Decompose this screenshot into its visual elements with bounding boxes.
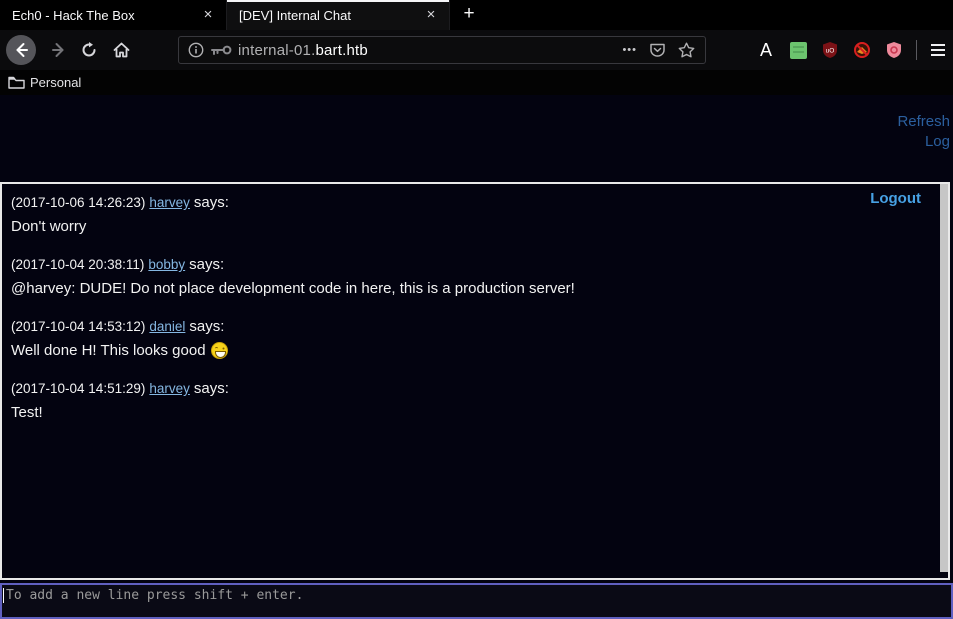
message-timestamp: (2017-10-04 20:38:11) [11, 257, 144, 272]
says-label: says: [194, 380, 229, 397]
url-bar[interactable]: internal-01.bart.htb ••• [178, 36, 706, 64]
forward-arrow-icon [51, 42, 67, 58]
folder-icon [8, 76, 25, 90]
insecure-key-icon [210, 44, 232, 56]
close-icon[interactable]: × [421, 5, 441, 25]
hamburger-menu-icon[interactable] [926, 38, 950, 62]
site-identity[interactable] [179, 42, 238, 58]
forward-button[interactable] [44, 35, 74, 65]
message-meta: (2017-10-04 14:51:29) harvey says: [11, 380, 908, 397]
chat-message: (2017-10-04 14:53:12) daniel says: Well do… [11, 318, 908, 359]
composer-area [0, 583, 953, 619]
close-icon[interactable]: × [198, 5, 218, 25]
message-body: @harvey: DUDE! Do not place development … [11, 280, 908, 297]
message-list: (2017-10-06 14:26:23) harvey says: Don't w… [2, 184, 948, 421]
chat-panel: Logout (2017-10-06 14:26:23) harvey says: … [0, 182, 950, 580]
chat-message: (2017-10-06 14:26:23) harvey says: Don't w… [11, 194, 908, 235]
bookmarks-bar: Personal [0, 70, 953, 95]
tab-title: [DEV] Internal Chat [239, 8, 421, 23]
chat-scrollbar[interactable] [940, 184, 948, 572]
extension-green-notes-icon[interactable] [788, 40, 808, 60]
extension-ublock-icon[interactable]: uO [820, 40, 840, 60]
tab-bar: Ech0 - Hack The Box × [DEV] Internal Cha… [0, 0, 953, 30]
username-link[interactable]: daniel [149, 319, 185, 334]
text-caret [3, 588, 4, 603]
green-square-icon [790, 42, 807, 59]
home-icon [113, 42, 130, 58]
message-meta: (2017-10-06 14:26:23) harvey says: [11, 194, 908, 211]
username-link[interactable]: harvey [149, 195, 190, 210]
tab-internal-chat[interactable]: [DEV] Internal Chat × [227, 0, 450, 30]
message-input[interactable] [0, 583, 953, 619]
tab-hackthebox[interactable]: Ech0 - Hack The Box × [0, 0, 227, 30]
message-body: Well done H! This looks good [11, 342, 908, 359]
new-tab-icon[interactable]: + [456, 2, 482, 28]
refresh-link[interactable]: Refresh [897, 113, 950, 130]
tab-title: Ech0 - Hack The Box [12, 8, 198, 23]
log-link[interactable]: Log [925, 133, 950, 150]
grinning-emoji-icon [211, 342, 228, 359]
says-label: says: [189, 318, 224, 335]
home-button[interactable] [106, 35, 136, 65]
says-label: says: [194, 194, 229, 211]
message-meta: (2017-10-04 14:53:12) daniel says: [11, 318, 908, 335]
message-timestamp: (2017-10-04 14:53:12) [11, 319, 145, 334]
url-text[interactable]: internal-01.bart.htb [238, 42, 368, 59]
bookmark-star-icon[interactable] [678, 42, 695, 58]
message-body: Test! [11, 404, 908, 421]
extension-privacy-shield-icon[interactable] [884, 40, 904, 60]
chat-message: (2017-10-04 14:51:29) harvey says: Test! [11, 380, 908, 421]
info-icon[interactable] [188, 42, 204, 58]
reload-button[interactable] [74, 35, 104, 65]
back-arrow-icon [13, 42, 29, 58]
toolbar-separator [916, 40, 917, 60]
logout-link[interactable]: Logout [870, 190, 921, 207]
ublock-badge-text: uO [826, 48, 835, 55]
pocket-icon[interactable] [649, 42, 666, 58]
page-content: Refresh Log Logout (2017-10-06 14:26:23)… [0, 95, 953, 619]
chat-message: (2017-10-04 20:38:11) bobby says: @harvey:… [11, 256, 908, 297]
message-timestamp: (2017-10-06 14:26:23) [11, 195, 145, 210]
username-link[interactable]: harvey [149, 381, 190, 396]
page-actions-icon[interactable]: ••• [622, 44, 637, 56]
username-link[interactable]: bobby [148, 257, 185, 272]
back-button[interactable] [6, 35, 36, 65]
browser-window: Ech0 - Hack The Box × [DEV] Internal Cha… [0, 0, 953, 619]
extension-letter-a-icon[interactable]: A [756, 40, 776, 60]
message-timestamp: (2017-10-04 14:51:29) [11, 381, 145, 396]
bookmark-label: Personal [30, 75, 81, 90]
message-body: Don't worry [11, 218, 908, 235]
says-label: says: [189, 256, 224, 273]
bookmark-folder-personal[interactable]: Personal [0, 75, 81, 90]
extension-foxyproxy-icon[interactable] [852, 40, 872, 60]
url-subdomain: internal-01. [238, 42, 315, 59]
reload-icon [81, 42, 97, 58]
url-base-domain: bart.htb [315, 42, 367, 59]
navigation-toolbar: internal-01.bart.htb ••• A uO [0, 30, 953, 70]
urlbar-actions: ••• [622, 42, 705, 58]
message-meta: (2017-10-04 20:38:11) bobby says: [11, 256, 908, 273]
